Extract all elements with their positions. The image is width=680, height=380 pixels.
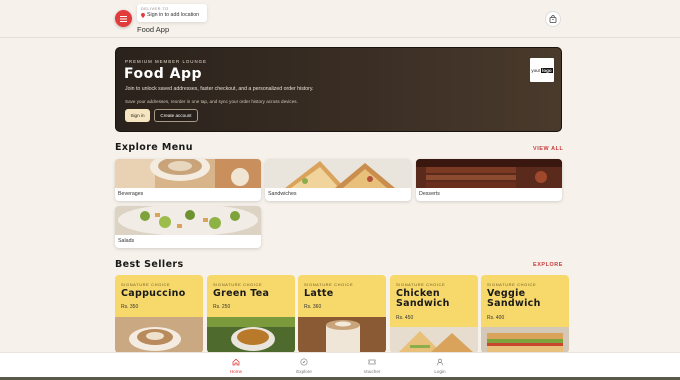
chicken-sandwich-image bbox=[390, 327, 478, 353]
bestseller-price: Rs. 350 bbox=[121, 304, 139, 310]
bestseller-card-green-tea[interactable]: SIGNATURE CHOICE Green Tea Rs. 250 bbox=[207, 275, 295, 353]
category-label: Desserts bbox=[419, 191, 440, 197]
category-card-desserts[interactable]: Desserts bbox=[416, 159, 562, 201]
brand-logo: your logo bbox=[530, 58, 554, 82]
category-card-salads[interactable]: Salads bbox=[115, 206, 261, 248]
bestsellers-title: Best Sellers bbox=[115, 259, 184, 270]
bestseller-price: Rs. 400 bbox=[487, 315, 505, 321]
veggie-sandwich-image bbox=[481, 327, 569, 353]
category-card-sandwiches[interactable]: Sandwiches bbox=[265, 159, 411, 201]
location-pin-icon bbox=[141, 12, 145, 18]
bestseller-card-cappuccino[interactable]: SIGNATURE CHOICE Cappuccino Rs. 350 bbox=[115, 275, 203, 353]
deliver-caption: DELIVER TO bbox=[141, 6, 169, 11]
logo-text-left: your bbox=[531, 67, 541, 73]
home-icon bbox=[232, 358, 240, 366]
hero-caption: PREMIUM MEMBER LOUNGE bbox=[125, 59, 207, 64]
app-header: DELIVER TO Sign in to add location Food … bbox=[0, 0, 680, 38]
hero-note: Save your addresses, reorder in one tap,… bbox=[125, 99, 298, 104]
explore-link[interactable]: EXPLORE bbox=[533, 262, 563, 268]
nav-item-explore[interactable]: Explore bbox=[284, 358, 324, 374]
create-account-button[interactable]: Create account bbox=[154, 109, 198, 122]
logo-text-right: logo bbox=[541, 67, 553, 73]
desserts-image bbox=[416, 159, 562, 188]
nav-label: Explore bbox=[296, 369, 312, 374]
beverages-image bbox=[115, 159, 261, 188]
hero-title: Food App bbox=[124, 66, 203, 82]
nav-item-login[interactable]: Login bbox=[420, 358, 460, 374]
shopping-bag-icon bbox=[549, 15, 557, 23]
bestseller-price: Rs. 450 bbox=[396, 315, 414, 321]
member-hero-banner: PREMIUM MEMBER LOUNGE Food App Join to u… bbox=[115, 47, 562, 132]
menu-icon bbox=[120, 15, 127, 22]
bestseller-caption: SIGNATURE CHOICE bbox=[304, 282, 354, 287]
bestseller-name: Latte bbox=[304, 288, 334, 299]
nav-label: Login bbox=[434, 369, 446, 374]
nav-item-home[interactable]: Home bbox=[216, 358, 256, 374]
latte-image bbox=[298, 317, 386, 353]
sandwiches-image bbox=[265, 159, 411, 188]
bestseller-card-veggie-sandwich[interactable]: SIGNATURE CHOICE Veggie Sandwich Rs. 400 bbox=[481, 275, 569, 353]
location-text: Sign in to add location bbox=[147, 12, 200, 18]
signin-button[interactable]: Sign in bbox=[125, 109, 150, 122]
category-label: Salads bbox=[118, 238, 135, 244]
bestseller-price: Rs. 250 bbox=[213, 304, 231, 310]
salads-image bbox=[115, 206, 261, 235]
cappuccino-image bbox=[115, 317, 203, 353]
bestseller-card-latte[interactable]: SIGNATURE CHOICE Latte Rs. 360 bbox=[298, 275, 386, 353]
bestseller-name: Green Tea bbox=[213, 288, 270, 299]
compass-icon bbox=[300, 358, 308, 366]
bestseller-price: Rs. 360 bbox=[304, 304, 322, 310]
hero-subtitle: Join to unlock saved addresses, faster c… bbox=[125, 86, 314, 92]
user-icon bbox=[436, 358, 444, 366]
ticket-icon bbox=[368, 359, 376, 365]
bestseller-name: Chicken Sandwich bbox=[396, 288, 450, 309]
menu-button[interactable] bbox=[115, 10, 132, 27]
cart-button[interactable] bbox=[545, 11, 561, 27]
bestseller-caption: SIGNATURE CHOICE bbox=[213, 282, 263, 287]
nav-label: Home bbox=[229, 369, 243, 374]
category-card-beverages[interactable]: Beverages bbox=[115, 159, 261, 201]
app-name: Food App bbox=[137, 25, 170, 34]
category-label: Beverages bbox=[118, 191, 144, 197]
nav-label: Voucher bbox=[363, 369, 381, 374]
bestseller-name: Cappuccino bbox=[121, 289, 186, 299]
bestseller-name: Veggie Sandwich bbox=[487, 288, 541, 309]
nav-item-voucher[interactable]: Voucher bbox=[352, 358, 392, 374]
bestseller-caption: SIGNATURE CHOICE bbox=[396, 282, 446, 287]
bestseller-caption: SIGNATURE CHOICE bbox=[487, 282, 537, 287]
view-all-link[interactable]: VIEW ALL bbox=[533, 146, 563, 152]
bottom-navigation: Home Explore Voucher Login bbox=[0, 352, 680, 380]
explore-title: Explore Menu bbox=[115, 142, 193, 153]
bestseller-caption: SIGNATURE CHOICE bbox=[121, 282, 171, 287]
location-selector[interactable]: DELIVER TO Sign in to add location bbox=[137, 4, 207, 22]
bestseller-card-chicken-sandwich[interactable]: SIGNATURE CHOICE Chicken Sandwich Rs. 45… bbox=[390, 275, 478, 353]
category-label: Sandwiches bbox=[268, 191, 297, 197]
green-tea-image bbox=[207, 317, 295, 353]
